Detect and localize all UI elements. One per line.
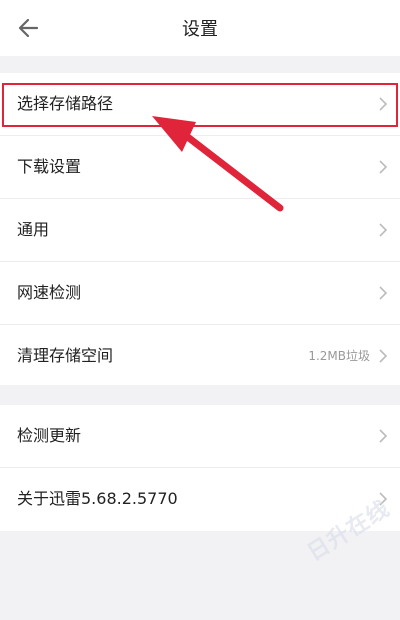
chevron-right-icon <box>379 349 388 363</box>
chevron-right-icon <box>379 97 388 111</box>
setting-label: 网速检测 <box>17 283 82 302</box>
setting-storage-path[interactable]: 选择存储路径 <box>0 73 400 136</box>
settings-group-main: 选择存储路径 下载设置 通用 网速检测 清理存储空间 1.2MB垃圾 <box>0 73 400 385</box>
page-title: 设置 <box>182 19 218 40</box>
setting-label: 通用 <box>17 220 50 239</box>
setting-general[interactable]: 通用 <box>0 199 400 262</box>
chevron-right-icon <box>379 429 388 443</box>
setting-label: 下载设置 <box>17 157 82 176</box>
setting-label: 检测更新 <box>17 426 82 445</box>
setting-check-update[interactable]: 检测更新 <box>0 405 400 468</box>
settings-group-about: 检测更新 关于迅雷5.68.2.5770 <box>0 405 400 531</box>
chevron-right-icon <box>379 223 388 237</box>
setting-label: 清理存储空间 <box>17 346 114 365</box>
setting-download[interactable]: 下载设置 <box>0 136 400 199</box>
setting-speed-test[interactable]: 网速检测 <box>0 262 400 325</box>
junk-size-value: 1.2MB垃圾 <box>308 349 370 363</box>
setting-clean-storage[interactable]: 清理存储空间 1.2MB垃圾 <box>0 325 400 387</box>
header-bar: 设置 <box>0 0 400 56</box>
chevron-right-icon <box>379 286 388 300</box>
setting-label: 选择存储路径 <box>17 94 114 113</box>
setting-label: 关于迅雷5.68.2.5770 <box>17 489 178 508</box>
chevron-right-icon <box>379 160 388 174</box>
